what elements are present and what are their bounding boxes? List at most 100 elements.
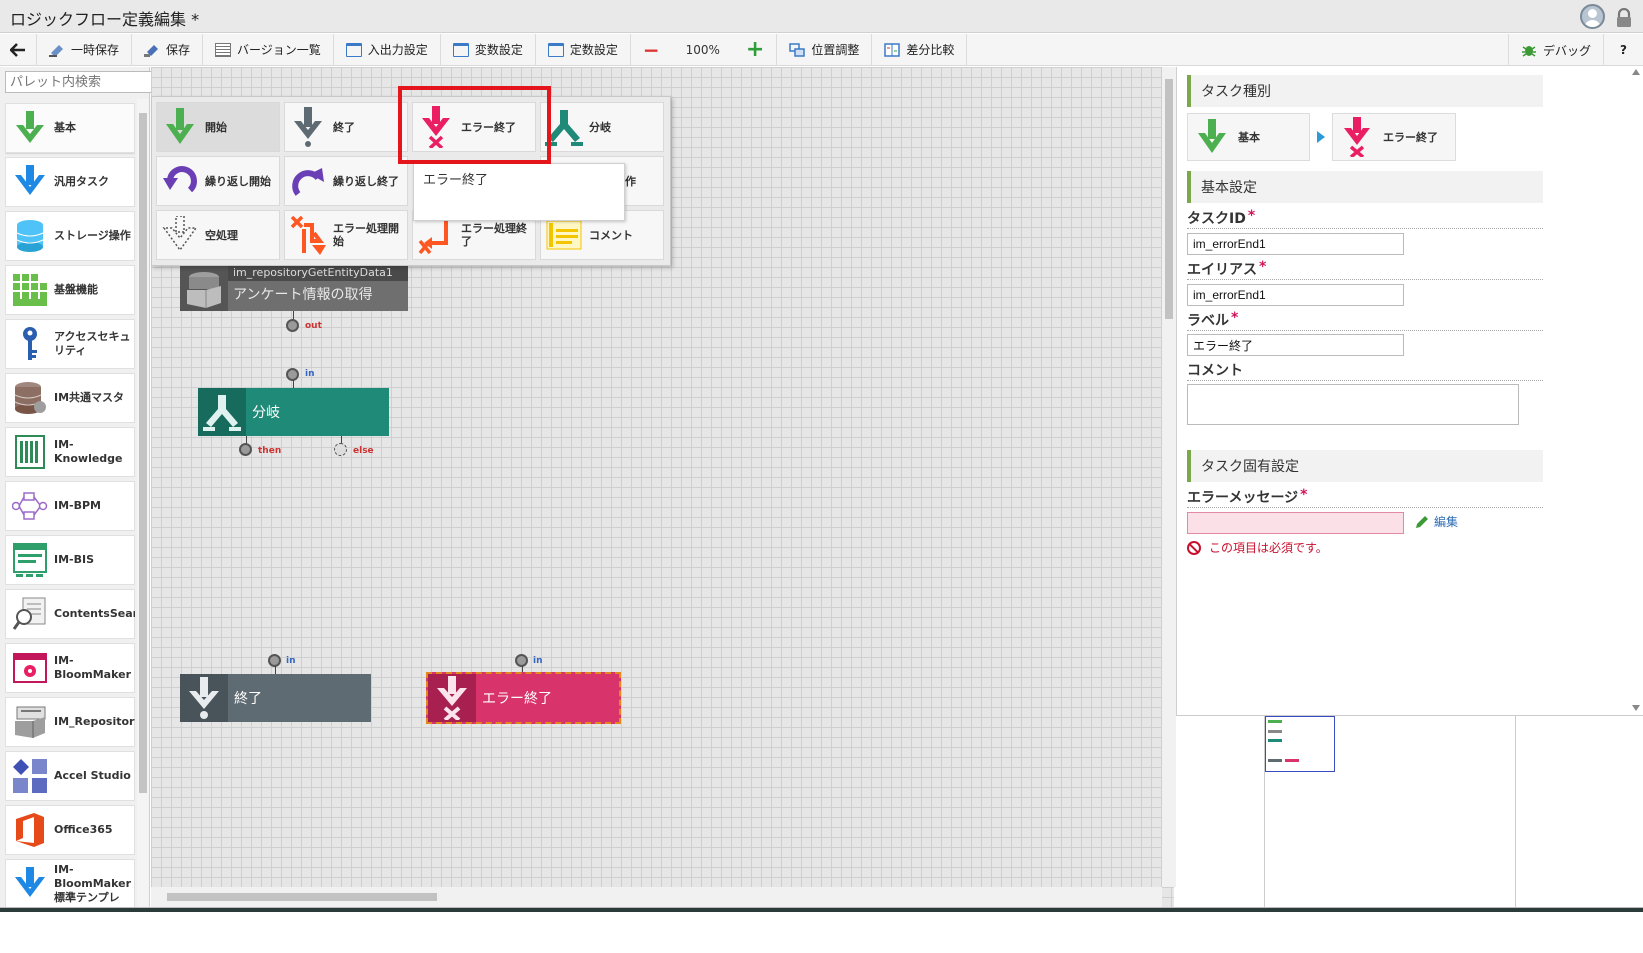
minimap-node xyxy=(1268,739,1282,742)
in-port-label: in xyxy=(533,656,543,666)
palette-item-general-task[interactable]: 汎用タスク xyxy=(5,157,135,207)
popup-item-error-handle-start[interactable]: エラー処理開始 xyxy=(284,210,408,260)
position-adjust-button[interactable]: 位置調整 xyxy=(777,33,873,66)
palette-item-label: Accel Studio xyxy=(54,769,131,782)
branch-node-label: 分岐 xyxy=(252,405,280,421)
debug-button[interactable]: デバッグ xyxy=(1508,34,1603,66)
storage-icon xyxy=(12,218,48,254)
repository-node-id: im_repositoryGetEntityData1 xyxy=(228,265,408,281)
palette-item-access-security[interactable]: アクセスセキュリティ xyxy=(5,319,135,369)
divider xyxy=(1187,279,1543,280)
palette-item-im-bloommaker[interactable]: IM-BloomMaker xyxy=(5,643,135,693)
scroll-up-icon[interactable] xyxy=(1632,69,1640,75)
palette-item-label: IM-BPM xyxy=(54,499,101,512)
palette-scrollbar[interactable] xyxy=(137,99,149,951)
properties-scrollbar[interactable] xyxy=(1630,67,1643,715)
status-bar xyxy=(0,907,1643,953)
palette-item-im-bpm[interactable]: IM-BPM xyxy=(5,481,135,531)
io-settings-label: 入出力設定 xyxy=(367,43,428,57)
popup-item-label: 終了 xyxy=(333,120,355,134)
palette-item-accel-studio[interactable]: Accel Studio xyxy=(5,751,135,801)
palette-item-bloommaker-template[interactable]: IM-BloomMaker標準テンプレ xyxy=(5,859,135,909)
branch-node[interactable]: 分岐 xyxy=(198,388,389,436)
branch-icon xyxy=(198,388,246,436)
popup-item-label: 空処理 xyxy=(205,228,238,242)
then-port-label: then xyxy=(258,446,282,456)
comment-label-text: コメント xyxy=(1187,363,1243,379)
divider xyxy=(1187,507,1543,508)
minimap-node xyxy=(1268,720,1282,723)
office-icon xyxy=(12,812,48,848)
diff-compare-button[interactable]: 差分比較 xyxy=(872,33,968,66)
palette-item-platform[interactable]: 基盤機能 xyxy=(5,265,135,315)
toolbar: 一時保存 保存 バージョン一覧 入出力設定 変数設定 定数設定 − 100% +… xyxy=(0,33,1643,66)
chevron-right-icon xyxy=(1317,131,1325,143)
title-bar: ロジックフロー定義編集 * xyxy=(0,0,1643,33)
task-id-label-text: タスクID xyxy=(1187,211,1246,227)
in-port-label: in xyxy=(305,369,315,379)
palette-item-label: ContentsSearch xyxy=(54,607,135,620)
palette-item-im-knowledge[interactable]: IM-Knowledge xyxy=(5,427,135,477)
tooltip-text: エラー終了 xyxy=(423,173,489,188)
validation-error: この項目は必須です。 xyxy=(1187,539,1328,556)
edit-link[interactable]: 編集 xyxy=(1415,513,1458,530)
popup-item-end[interactable]: 終了 xyxy=(284,102,408,152)
popup-item-noop[interactable]: 空処理 xyxy=(156,210,280,260)
minimap-node xyxy=(1285,759,1299,762)
search-doc-icon xyxy=(12,596,48,632)
then-port[interactable] xyxy=(239,443,252,456)
minimap-node xyxy=(1268,759,1282,762)
popup-item-label: エラー処理終了 xyxy=(461,222,527,248)
task-type-category: 基本 xyxy=(1187,113,1310,161)
end-node[interactable]: 終了 xyxy=(180,674,371,722)
io-settings-button[interactable]: 入出力設定 xyxy=(334,33,441,66)
out-port[interactable] xyxy=(286,319,299,332)
end-icon xyxy=(289,107,327,147)
scroll-down-icon[interactable] xyxy=(1632,705,1640,711)
palette-item-contents-search[interactable]: ContentsSearch xyxy=(5,589,135,639)
version-list-button[interactable]: バージョン一覧 xyxy=(203,33,334,66)
minimap[interactable] xyxy=(1264,716,1516,908)
save-button[interactable]: 保存 xyxy=(132,33,204,66)
zoom-in-button[interactable]: + xyxy=(734,33,778,66)
alias-input[interactable] xyxy=(1187,284,1404,306)
palette-item-im-repository[interactable]: IM_Repository xyxy=(5,697,135,747)
minimap-viewport[interactable] xyxy=(1265,716,1335,772)
palette-item-im-bis[interactable]: IM-BIS xyxy=(5,535,135,585)
popup-item-branch[interactable]: 分岐 xyxy=(540,102,664,152)
back-button[interactable] xyxy=(0,33,37,66)
comment-icon xyxy=(545,215,583,255)
palette-item-storage[interactable]: ストレージ操作 xyxy=(5,211,135,261)
label-input[interactable] xyxy=(1187,334,1404,356)
canvas-vertical-scrollbar[interactable] xyxy=(1162,67,1176,887)
palette-item-im-common-master[interactable]: IM共通マスタ xyxy=(5,373,135,423)
repository-node[interactable]: im_repositoryGetEntityData1 アンケート情報の取得 xyxy=(180,265,408,311)
required-mark: * xyxy=(1247,208,1256,224)
position-adjust-icon xyxy=(789,42,806,57)
var-settings-button[interactable]: 変数設定 xyxy=(441,33,536,66)
error-message-input[interactable] xyxy=(1187,512,1404,534)
palette-search-input[interactable] xyxy=(5,71,152,93)
popup-item-loop-start[interactable]: 繰り返し開始 xyxy=(156,156,280,206)
const-settings-button[interactable]: 定数設定 xyxy=(536,33,631,66)
error-end-node[interactable]: エラー終了 xyxy=(426,672,621,724)
task-id-input[interactable] xyxy=(1187,233,1404,255)
user-icon[interactable] xyxy=(1580,4,1605,29)
help-button[interactable]: ? xyxy=(1603,34,1643,66)
zoom-out-button[interactable]: − xyxy=(631,38,672,62)
popup-item-loop-end[interactable]: 繰り返し終了 xyxy=(284,156,408,206)
popup-item-start[interactable]: 開始 xyxy=(156,102,280,152)
palette-item-office365[interactable]: Office365 xyxy=(5,805,135,855)
const-settings-label: 定数設定 xyxy=(569,43,618,57)
edit-link-label: 編集 xyxy=(1434,515,1459,529)
lock-icon[interactable] xyxy=(1615,8,1633,28)
loop-end-icon xyxy=(289,161,327,201)
else-port[interactable] xyxy=(334,443,347,456)
connector-line xyxy=(275,666,276,674)
error-message-label: エラーメッセージ * xyxy=(1187,487,1308,507)
popup-item-label: 分岐 xyxy=(589,120,611,134)
comment-textarea[interactable] xyxy=(1187,384,1519,425)
temp-save-button[interactable]: 一時保存 xyxy=(37,33,133,66)
palette-item-basic[interactable]: 基本 xyxy=(5,103,135,153)
canvas-horizontal-scrollbar[interactable] xyxy=(151,887,1162,907)
